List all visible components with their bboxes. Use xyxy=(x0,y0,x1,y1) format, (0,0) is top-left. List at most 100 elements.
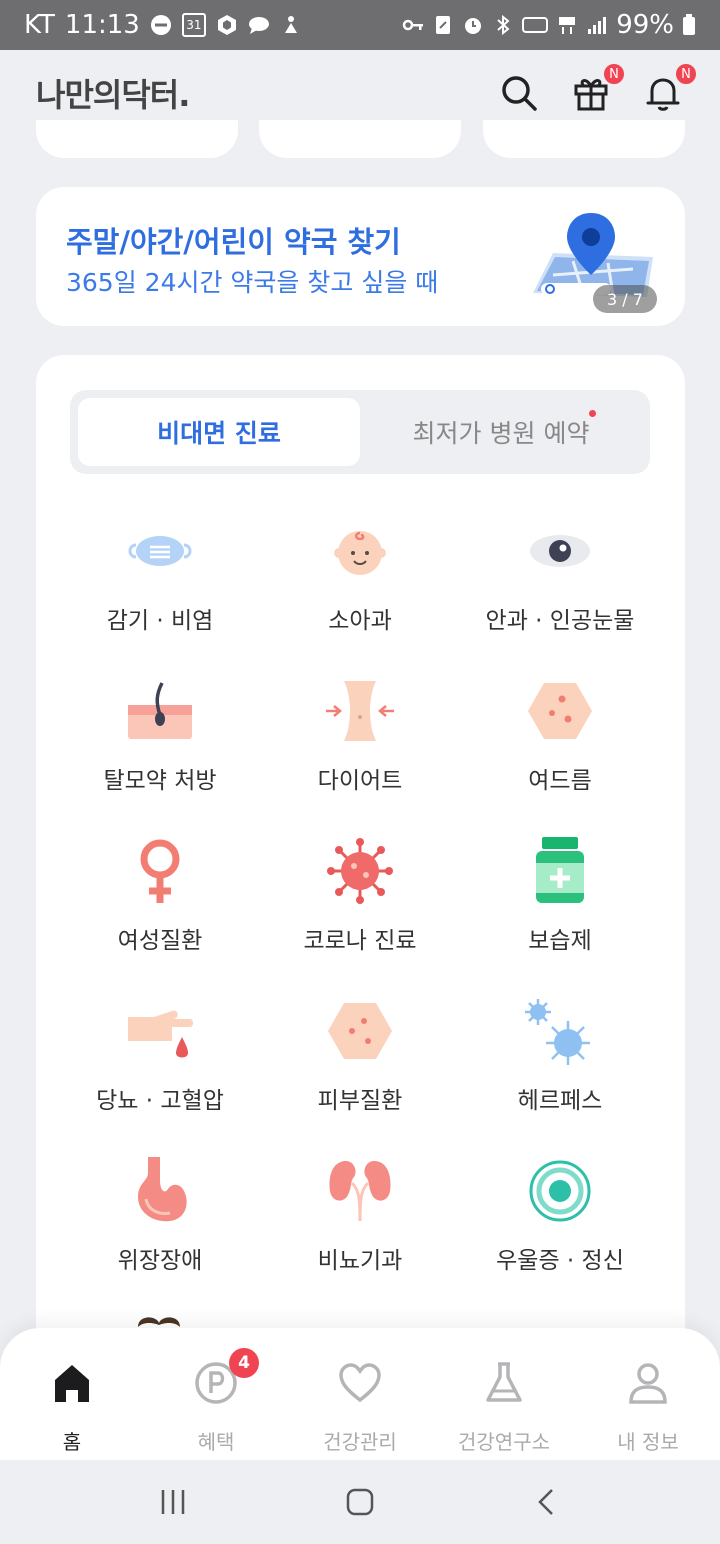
category-label: 코로나 진료 xyxy=(303,928,417,954)
blood-drop-finger-icon xyxy=(128,1010,193,1058)
new-dot-indicator xyxy=(589,410,596,417)
nav-lab-label: 건강연구소 xyxy=(458,1430,550,1454)
alarm-icon xyxy=(465,18,482,34)
back-chevron-icon xyxy=(537,1489,553,1515)
mask-icon xyxy=(128,536,192,566)
medicine-bottle-icon xyxy=(536,837,584,903)
category-label: 감기 · 비염 xyxy=(106,608,214,634)
carrier-label: KT xyxy=(24,10,55,40)
category-label: 다이어트 xyxy=(317,768,403,794)
app-notification-icon xyxy=(217,15,236,35)
category-ophthalmology[interactable]: 안과 · 인공눈물 xyxy=(452,515,668,675)
5g-signal-icon xyxy=(559,17,576,34)
acne-icon xyxy=(528,683,592,739)
category-mental-health[interactable]: 우울증 · 정신 xyxy=(452,1155,668,1315)
nav-health-label: 건강관리 xyxy=(323,1430,397,1454)
gift-button[interactable]: N xyxy=(570,62,626,114)
flask-icon xyxy=(486,1362,522,1402)
home-system-button[interactable] xyxy=(340,1482,380,1522)
home-icon xyxy=(55,1365,89,1402)
category-diet[interactable]: 다이어트 xyxy=(252,675,468,835)
category-acne[interactable]: 여드름 xyxy=(452,675,668,835)
category-label: 탈모약 처방 xyxy=(103,768,217,794)
back-button[interactable] xyxy=(527,1482,567,1522)
segment-control: 비대면 진료 최저가 병원 예약 xyxy=(70,390,650,474)
notification-new-badge: N xyxy=(674,62,698,86)
nav-health[interactable]: 건강관리 xyxy=(288,1328,432,1460)
nav-benefits-label: 혜택 xyxy=(197,1430,235,1454)
herpes-virus-icon xyxy=(525,999,590,1065)
banner-title: 주말/야간/어린이 약국 찾기 xyxy=(66,225,401,259)
nav-home[interactable]: 홈 xyxy=(0,1328,144,1460)
category-label: 당뇨 · 고혈압 xyxy=(96,1088,224,1114)
peek-card[interactable] xyxy=(483,120,685,158)
tab-telemedicine[interactable]: 비대면 진료 xyxy=(78,398,360,466)
category-herpes[interactable]: 헤르페스 xyxy=(452,995,668,1155)
notification-button[interactable]: N xyxy=(642,62,698,114)
category-cold[interactable]: 감기 · 비염 xyxy=(52,515,268,675)
nav-lab[interactable]: 건강연구소 xyxy=(432,1328,576,1460)
category-label: 비뇨기과 xyxy=(317,1248,403,1274)
pharmacy-finder-banner[interactable]: 주말/야간/어린이 약국 찾기 365일 24시간 약국을 찾고 싶을 때 3 … xyxy=(36,187,685,326)
points-icon: 4 xyxy=(193,1348,259,1406)
bluetooth-icon xyxy=(497,14,510,36)
recent-apps-button[interactable] xyxy=(153,1482,193,1522)
accessibility-icon xyxy=(284,16,297,33)
kidney-icon xyxy=(329,1161,391,1222)
nav-benefits[interactable]: 4 혜택 xyxy=(144,1328,288,1460)
baby-icon xyxy=(334,531,386,575)
tab-hospital-booking[interactable]: 최저가 병원 예약 xyxy=(360,398,642,466)
heart-icon xyxy=(339,1363,381,1403)
nav-profile[interactable]: 내 정보 xyxy=(576,1328,720,1460)
category-urology[interactable]: 비뇨기과 xyxy=(252,1155,468,1315)
virus-icon xyxy=(327,838,393,904)
clock: 11:13 xyxy=(64,10,140,40)
hd-voice-icon xyxy=(522,17,549,33)
calendar-icon: 31 xyxy=(181,13,206,37)
category-label: 우울증 · 정신 xyxy=(496,1248,624,1274)
category-label: 여드름 xyxy=(528,768,592,794)
hair-follicle-icon xyxy=(128,682,192,739)
tab-hospital-booking-label: 최저가 병원 예약 xyxy=(412,419,590,448)
nav-profile-label: 내 정보 xyxy=(617,1430,679,1454)
category-label: 피부질환 xyxy=(317,1088,403,1114)
recent-apps-icon xyxy=(162,1490,185,1514)
search-icon xyxy=(502,76,537,111)
eye-icon xyxy=(530,535,590,567)
category-skin[interactable]: 피부질환 xyxy=(252,995,468,1155)
dnd-icon xyxy=(150,15,171,35)
peek-card[interactable] xyxy=(36,120,238,158)
treatment-panel: 비대면 진료 최저가 병원 예약 감기 · 비염 소아과 안과 · 인공눈물 탈… xyxy=(36,355,685,1355)
category-label: 보습제 xyxy=(528,928,592,954)
battery-percent: 99% xyxy=(616,10,674,40)
category-moisturizer[interactable]: 보습제 xyxy=(452,835,668,995)
banner-subtitle: 365일 24시간 약국을 찾고 싶을 때 xyxy=(66,268,439,297)
category-womens-health[interactable]: 여성질환 xyxy=(52,835,268,995)
app-logo: 나만의닥터. xyxy=(36,76,190,114)
category-hair-loss[interactable]: 탈모약 처방 xyxy=(52,675,268,835)
key-icon xyxy=(402,19,424,31)
search-button[interactable] xyxy=(498,72,540,114)
peek-card[interactable] xyxy=(259,120,461,158)
skin-icon xyxy=(328,1003,392,1059)
ribbon-icon xyxy=(138,1317,180,1327)
benefits-count-badge: 4 xyxy=(229,1348,259,1378)
category-diabetes[interactable]: 당뇨 · 고혈압 xyxy=(52,995,268,1155)
category-gastro[interactable]: 위장장애 xyxy=(52,1155,268,1315)
system-navigation-bar xyxy=(0,1460,720,1544)
category-label: 안과 · 인공눈물 xyxy=(485,608,635,634)
category-label: 여성질환 xyxy=(117,928,203,954)
category-covid[interactable]: 코로나 진료 xyxy=(252,835,468,995)
banner-pager: 3 / 7 xyxy=(593,285,657,313)
cell-signal-icon xyxy=(588,17,607,34)
mind-target-icon xyxy=(529,1160,591,1222)
waist-icon xyxy=(326,681,394,741)
category-label: 위장장애 xyxy=(117,1248,203,1274)
stomach-icon xyxy=(138,1157,187,1222)
category-pediatrics[interactable]: 소아과 xyxy=(252,515,468,675)
home-square-icon xyxy=(346,1488,374,1516)
chat-bubble-icon xyxy=(248,17,269,34)
nfc-icon xyxy=(436,16,451,34)
battery-icon xyxy=(683,14,695,35)
nav-home-label: 홈 xyxy=(62,1430,82,1454)
